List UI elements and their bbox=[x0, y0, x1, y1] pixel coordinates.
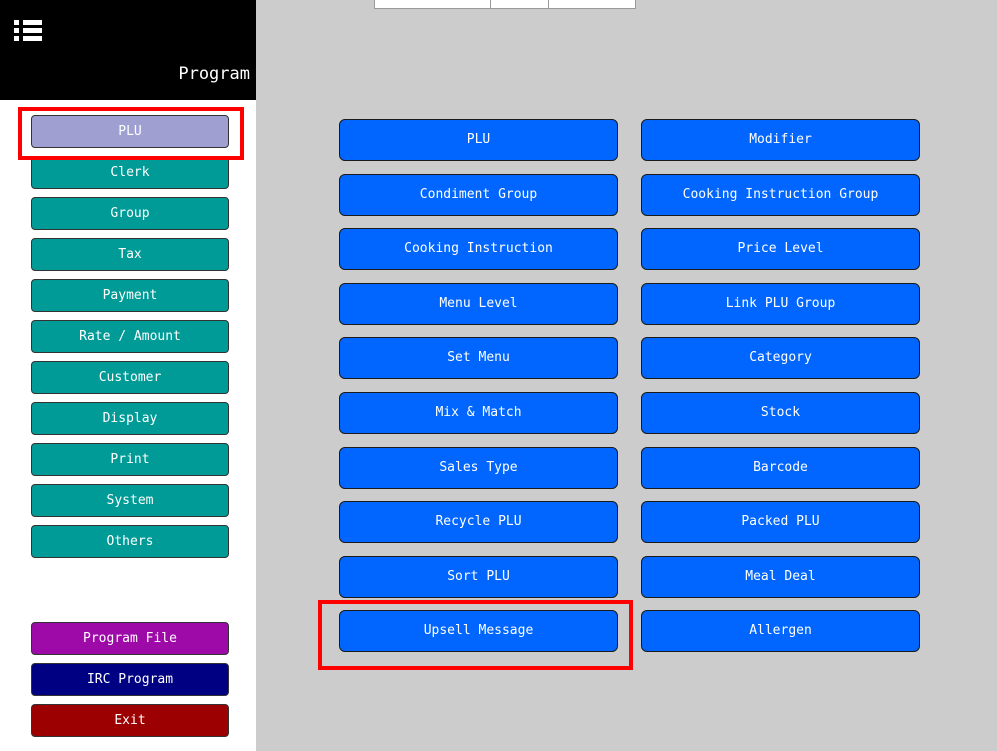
upsell-message-button[interactable]: Upsell Message bbox=[339, 610, 618, 652]
irc-program-button[interactable]: IRC Program bbox=[31, 663, 229, 696]
link-plu-group-button[interactable]: Link PLU Group bbox=[641, 283, 920, 325]
mix-and-match-button[interactable]: Mix & Match bbox=[339, 392, 618, 434]
price-level-button[interactable]: Price Level bbox=[641, 228, 920, 270]
stock-button[interactable]: Stock bbox=[641, 392, 920, 434]
sidebar-item-display[interactable]: Display bbox=[31, 402, 229, 435]
set-menu-button[interactable]: Set Menu bbox=[339, 337, 618, 379]
sidebar-title: Program bbox=[178, 64, 250, 84]
menu-level-button[interactable]: Menu Level bbox=[339, 283, 618, 325]
sidebar-item-payment[interactable]: Payment bbox=[31, 279, 229, 312]
program-file-button[interactable]: Program File bbox=[31, 622, 229, 655]
sort-plu-button[interactable]: Sort PLU bbox=[339, 556, 618, 598]
category-button[interactable]: Category bbox=[641, 337, 920, 379]
sidebar-item-customer[interactable]: Customer bbox=[31, 361, 229, 394]
plu-button[interactable]: PLU bbox=[339, 119, 618, 161]
sidebar-item-group[interactable]: Group bbox=[31, 197, 229, 230]
sidebar-item-tax[interactable]: Tax bbox=[31, 238, 229, 271]
recycle-plu-button[interactable]: Recycle PLU bbox=[339, 501, 618, 543]
sales-type-button[interactable]: Sales Type bbox=[339, 447, 618, 489]
top-tab-strip[interactable] bbox=[374, 0, 636, 9]
modifier-button[interactable]: Modifier bbox=[641, 119, 920, 161]
barcode-button[interactable]: Barcode bbox=[641, 447, 920, 489]
cooking-instruction-group-button[interactable]: Cooking Instruction Group bbox=[641, 174, 920, 216]
cooking-instruction-button[interactable]: Cooking Instruction bbox=[339, 228, 618, 270]
sidebar-item-rate-amount[interactable]: Rate / Amount bbox=[31, 320, 229, 353]
sidebar-item-others[interactable]: Others bbox=[31, 525, 229, 558]
exit-button[interactable]: Exit bbox=[31, 704, 229, 737]
sidebar: Program PLU Clerk Group Tax Payment Rate… bbox=[0, 0, 256, 751]
packed-plu-button[interactable]: Packed PLU bbox=[641, 501, 920, 543]
sidebar-item-system[interactable]: System bbox=[31, 484, 229, 517]
list-menu-icon[interactable] bbox=[14, 20, 42, 42]
condiment-group-button[interactable]: Condiment Group bbox=[339, 174, 618, 216]
sidebar-header: Program bbox=[0, 0, 256, 100]
sidebar-item-clerk[interactable]: Clerk bbox=[31, 156, 229, 189]
sidebar-item-plu[interactable]: PLU bbox=[31, 115, 229, 148]
allergen-button[interactable]: Allergen bbox=[641, 610, 920, 652]
sidebar-item-print[interactable]: Print bbox=[31, 443, 229, 476]
meal-deal-button[interactable]: Meal Deal bbox=[641, 556, 920, 598]
